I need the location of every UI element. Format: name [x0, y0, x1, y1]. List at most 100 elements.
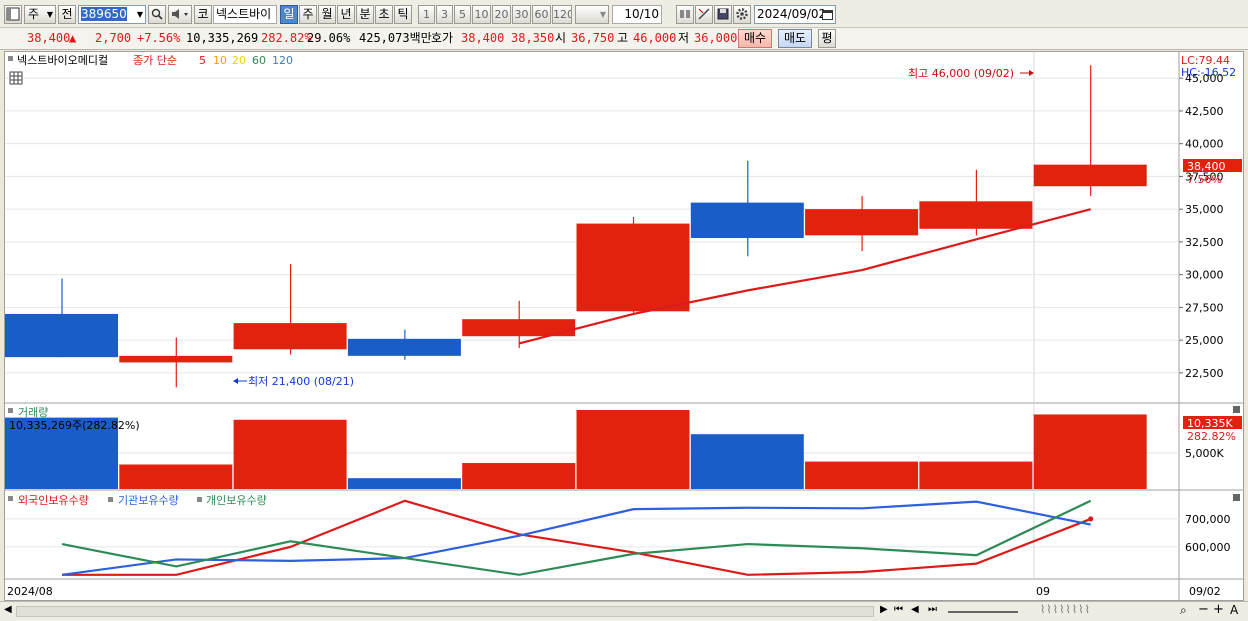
holding-line-2 — [61, 499, 1092, 576]
period-second[interactable]: 초 — [375, 5, 393, 24]
hc-indicator: HC:-16.52 — [1181, 66, 1236, 79]
volume-info: 10,335,269주(282.82%) — [9, 419, 140, 432]
period-minute[interactable]: 분 — [356, 5, 374, 24]
y-tick-label: 22,500 — [1185, 367, 1224, 380]
y-tick-label: 32,500 — [1185, 236, 1224, 249]
calendar-icon[interactable] — [822, 9, 833, 20]
legend-institution: 기관보유수량 — [118, 494, 179, 507]
stock-name-field: 넥스트바이 — [213, 5, 277, 24]
volume-bar — [233, 419, 347, 489]
stock-code-input[interactable]: 389650 ▼ — [78, 5, 146, 24]
y-tick-label: 5,000K — [1185, 447, 1224, 460]
trade-amount: 425,073백만 — [359, 31, 432, 45]
y-tick-label: 700,000 — [1185, 513, 1231, 526]
save-icon[interactable] — [714, 5, 732, 24]
pin-icon[interactable] — [676, 5, 694, 24]
interval-60[interactable]: 60 — [532, 5, 551, 24]
high-price: 46,000 — [633, 31, 677, 45]
interval-3[interactable]: 3 — [436, 5, 453, 24]
magnify-icon[interactable]: ⌕ — [1180, 603, 1187, 618]
zoom-slider[interactable] — [948, 611, 1018, 613]
ma-20: 20 — [232, 54, 246, 67]
zoom-out-icon[interactable]: − — [1198, 602, 1209, 617]
interval-10[interactable]: 10 — [472, 5, 491, 24]
candle-body — [5, 313, 118, 358]
max-annotation: 최고 46,000 (09/02) — [908, 67, 1014, 80]
volume-title: 거래량 — [18, 406, 48, 419]
legend-handle-icon[interactable] — [8, 56, 13, 61]
min-arrow-icon — [233, 378, 247, 384]
candle-body — [919, 201, 1033, 229]
volume-value: 10,335,269 — [186, 31, 259, 45]
table-icon[interactable] — [9, 71, 23, 85]
sell-button[interactable]: 매도 — [778, 29, 812, 48]
y-tick-label: 27,500 — [1185, 301, 1224, 314]
y-tick-label: 30,000 — [1185, 269, 1224, 282]
chart-canvas[interactable]: 45,00042,50040,00037,50035,00032,50030,0… — [5, 52, 1243, 600]
next-page-icon[interactable]: ⏭ — [928, 604, 937, 615]
period-tick[interactable]: 틱 — [394, 5, 412, 24]
interval-select[interactable]: ▼ — [575, 5, 609, 24]
volume-bar — [919, 461, 1033, 489]
interval-1[interactable]: 1 — [418, 5, 435, 24]
line-tool-icon[interactable] — [695, 5, 713, 24]
low-price: 36,000 — [694, 31, 738, 45]
speaker-icon[interactable] — [168, 5, 192, 24]
y-tick-label: 25,000 — [1185, 334, 1224, 347]
legend-foreign: 외국인보유수량 — [18, 494, 89, 507]
chart-settings-icon[interactable] — [4, 5, 22, 24]
legend-individual: 개인보유수량 — [206, 494, 267, 507]
interval-120[interactable]: 120 — [552, 5, 572, 24]
bid-price: 38,350 — [511, 31, 555, 45]
stock-title: 넥스트바이오메디컬 — [17, 54, 108, 67]
type-select[interactable]: 주 ▼ — [24, 5, 56, 24]
ma-120: 120 — [272, 54, 293, 67]
x-axis-end: 09/02 — [1189, 585, 1221, 598]
period-week[interactable]: 주 — [299, 5, 317, 24]
legend-sep-icon — [108, 497, 113, 502]
interval-20[interactable]: 20 — [492, 5, 511, 24]
period-year[interactable]: 년 — [337, 5, 355, 24]
interval-30[interactable]: 30 — [512, 5, 531, 24]
scroll-left-icon[interactable]: ◀ — [4, 604, 12, 615]
candle-body — [690, 202, 804, 238]
last-price-tag-text: 38,400 — [1187, 160, 1226, 173]
flat-button[interactable]: 평 — [818, 29, 836, 48]
volume-handle-icon[interactable] — [8, 408, 13, 413]
y-tick-label: 40,000 — [1185, 138, 1224, 151]
legend-sep-icon — [197, 497, 202, 502]
x-axis-start: 2024/08 — [7, 585, 53, 598]
volume-last-tag-text: 10,335K — [1187, 417, 1233, 430]
scroll-track[interactable] — [16, 606, 874, 617]
interval-5[interactable]: 5 — [454, 5, 471, 24]
zoom-in-icon[interactable]: + — [1213, 602, 1224, 617]
volume-ratio: 282.82% — [261, 31, 312, 45]
drawing-tools-icon[interactable]: ⌇⌇⌇⌇⌇⌇⌇⌇ — [1040, 603, 1091, 616]
count-display: 10/10 — [612, 5, 662, 24]
first-page-icon[interactable]: ⏮ — [894, 604, 903, 615]
holdings-close-icon[interactable] — [1233, 494, 1240, 501]
last-pct-tag: 7.56% — [1187, 173, 1222, 186]
prev-button[interactable]: 전 — [58, 5, 76, 24]
scroll-bar[interactable]: ◀ ▶ ⏮ ◀ ⏭ ⌇⌇⌇⌇⌇⌇⌇⌇ ⌕ − + A — [0, 601, 1248, 621]
volume-bar — [347, 478, 461, 489]
buy-button[interactable]: 매수 — [738, 29, 772, 48]
gear-icon[interactable] — [733, 5, 751, 24]
prev-page-icon[interactable]: ◀ — [911, 604, 919, 615]
volume-bar — [805, 461, 919, 489]
price-change: 2,700 — [95, 31, 132, 45]
scroll-right-icon[interactable]: ▶ — [880, 604, 888, 615]
chart-area[interactable]: 45,000 42,500 40,000 37,500 35,000 32,500 30,0… — [4, 51, 1244, 601]
period-day[interactable]: 일 — [280, 5, 298, 24]
code-button[interactable]: 코 — [194, 5, 212, 24]
x-axis-month: 09 — [1036, 585, 1050, 598]
quote-bar: 38,400 ▲ 2,700 +7.56% 10,335,269 282.82%… — [0, 28, 1248, 50]
period-month[interactable]: 월 — [318, 5, 336, 24]
volume-close-icon[interactable] — [1233, 406, 1240, 413]
candle-body — [805, 209, 919, 236]
date-input[interactable]: 2024/09/02 — [754, 5, 836, 24]
search-icon[interactable] — [148, 5, 166, 24]
holdings-handle-icon[interactable] — [8, 496, 13, 501]
bid-label: 호가 — [431, 31, 454, 45]
font-size-icon[interactable]: A — [1230, 603, 1238, 617]
